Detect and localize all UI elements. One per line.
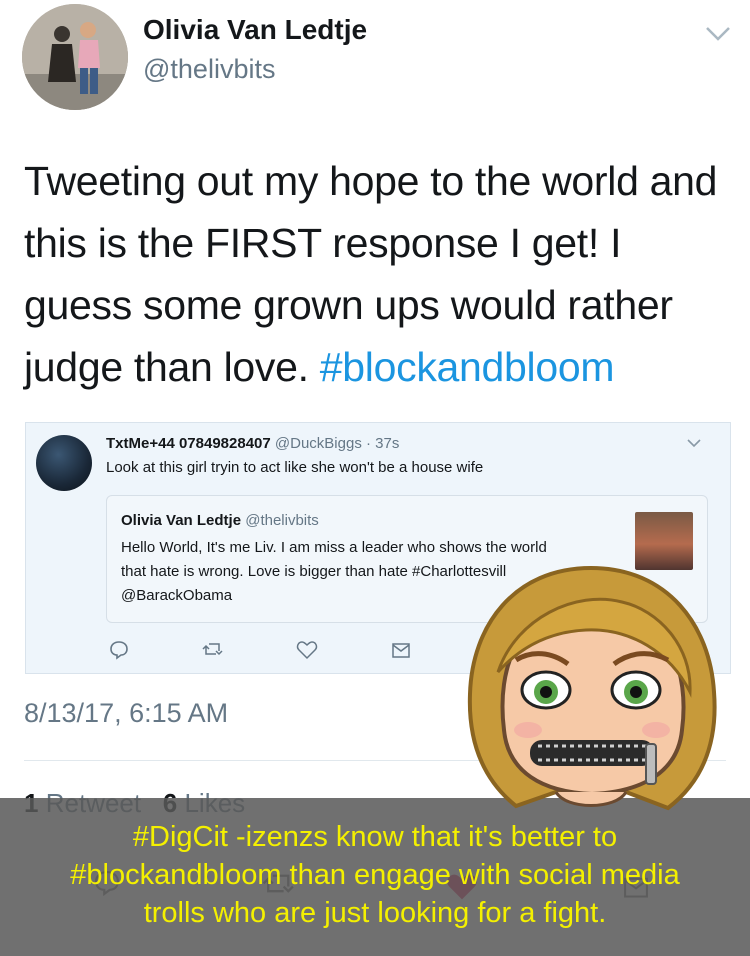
author-name[interactable]: Olivia Van Ledtje [143, 14, 367, 46]
reply-name: TxtMe+44 07849828407 [106, 435, 271, 452]
quoted-handle: @thelivbits [245, 512, 319, 529]
caption-text: #DigCit -izenzs know that it's better to… [0, 818, 750, 932]
hashtag-link[interactable]: #blockandbloom [320, 344, 615, 390]
retweet-icon [202, 643, 223, 656]
quoted-name: Olivia Van Ledtje [121, 512, 242, 529]
reply-icon [110, 641, 128, 660]
reply-handle: @DuckBiggs [274, 435, 362, 452]
heart-icon [296, 641, 318, 660]
author-avatar[interactable] [22, 4, 128, 110]
caption-line: #blockandbloom than engage with social m… [70, 859, 680, 891]
quoted-author: Olivia Van Ledtje @thelivbits [121, 512, 319, 529]
author-handle[interactable]: @thelivbits [143, 54, 275, 85]
reply-avatar [36, 435, 92, 491]
reply-author: TxtMe+44 07849828407 @DuckBiggs · 37s [106, 435, 399, 452]
chevron-down-icon[interactable] [704, 24, 732, 44]
quoted-line: Hello World, It's me Liv. I am miss a le… [121, 539, 547, 556]
reply-time: · 37s [366, 435, 400, 452]
message-icon [392, 643, 410, 658]
tweet-text: Tweeting out my hope to the world and th… [24, 150, 724, 398]
chevron-down-icon [687, 439, 701, 448]
tweet-timestamp[interactable]: 8/13/17, 6:15 AM [24, 698, 228, 729]
caption-line: trolls who are just looking for a fight. [143, 897, 607, 929]
caption-line: #DigCit -izenzs know that it's better to [132, 821, 618, 853]
bitmoji-sticker [467, 565, 717, 811]
reply-text: Look at this girl tryin to act like she … [106, 459, 484, 476]
